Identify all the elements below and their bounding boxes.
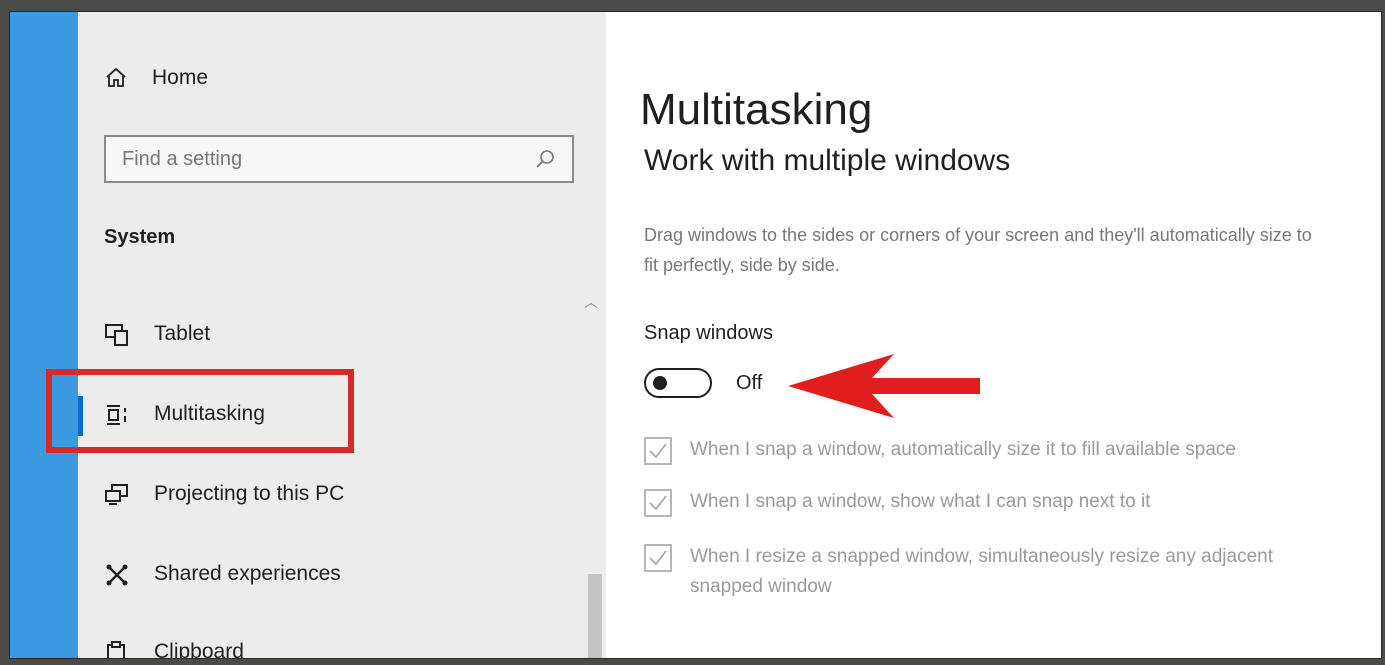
sidebar: Home System ︿ Tablet Multitasking (46, 12, 606, 659)
option-resize-adjacent[interactable]: When I resize a snapped window, simultan… (644, 542, 1324, 602)
sidebar-item-label: Clipboard (154, 640, 244, 659)
snap-windows-toggle[interactable] (644, 368, 712, 398)
tablet-icon (104, 322, 128, 346)
nav-home[interactable]: Home (104, 66, 208, 90)
toggle-state-label: Off (736, 372, 763, 394)
option-label: When I snap a window, show what I can sn… (690, 491, 1151, 512)
main-content: Multitasking Work with multiple windows … (606, 12, 1381, 658)
checkbox-checked-icon[interactable] (644, 437, 672, 465)
sidebar-item-shared-experiences[interactable]: Shared experiences (104, 562, 341, 586)
section-title-system: System (104, 226, 176, 248)
section-description: Drag windows to the sides or corners of … (644, 225, 1312, 275)
annotation-arrow-icon (788, 354, 980, 418)
sidebar-scrollbar[interactable] (588, 574, 602, 658)
search-input[interactable] (106, 137, 522, 181)
option-auto-size[interactable]: When I snap a window, automatically size… (644, 435, 1236, 465)
search-icon[interactable] (534, 148, 558, 172)
annotation-highlight-box (46, 369, 354, 453)
option-label: When I resize a snapped window, simultan… (690, 546, 1273, 597)
settings-window: Home System ︿ Tablet Multitasking (9, 11, 1382, 659)
checkbox-checked-icon[interactable] (644, 489, 672, 517)
shared-experiences-icon (104, 562, 128, 586)
clipboard-icon (104, 640, 128, 658)
sidebar-item-projecting[interactable]: Projecting to this PC (104, 482, 344, 506)
home-icon (104, 66, 128, 90)
sidebar-item-label: Projecting to this PC (154, 482, 345, 505)
sidebar-item-label: Shared experiences (154, 562, 341, 585)
scroll-up-icon[interactable]: ︿ (584, 292, 598, 312)
accent-strip (10, 12, 78, 658)
page-title: Multitasking (640, 85, 873, 135)
sidebar-item-tablet[interactable]: Tablet (104, 322, 210, 346)
search-box[interactable] (104, 135, 574, 183)
section-heading: Work with multiple windows (644, 144, 1011, 177)
checkbox-checked-icon[interactable] (644, 544, 672, 572)
snap-windows-label: Snap windows (644, 322, 773, 344)
sidebar-item-label: Tablet (154, 322, 211, 345)
option-snap-assist[interactable]: When I snap a window, show what I can sn… (644, 487, 1150, 517)
sidebar-item-clipboard[interactable]: Clipboard (104, 640, 244, 659)
nav-home-label: Home (152, 66, 209, 89)
toggle-knob (653, 376, 667, 390)
projecting-icon (104, 482, 128, 506)
option-label: When I snap a window, automatically size… (690, 439, 1236, 460)
